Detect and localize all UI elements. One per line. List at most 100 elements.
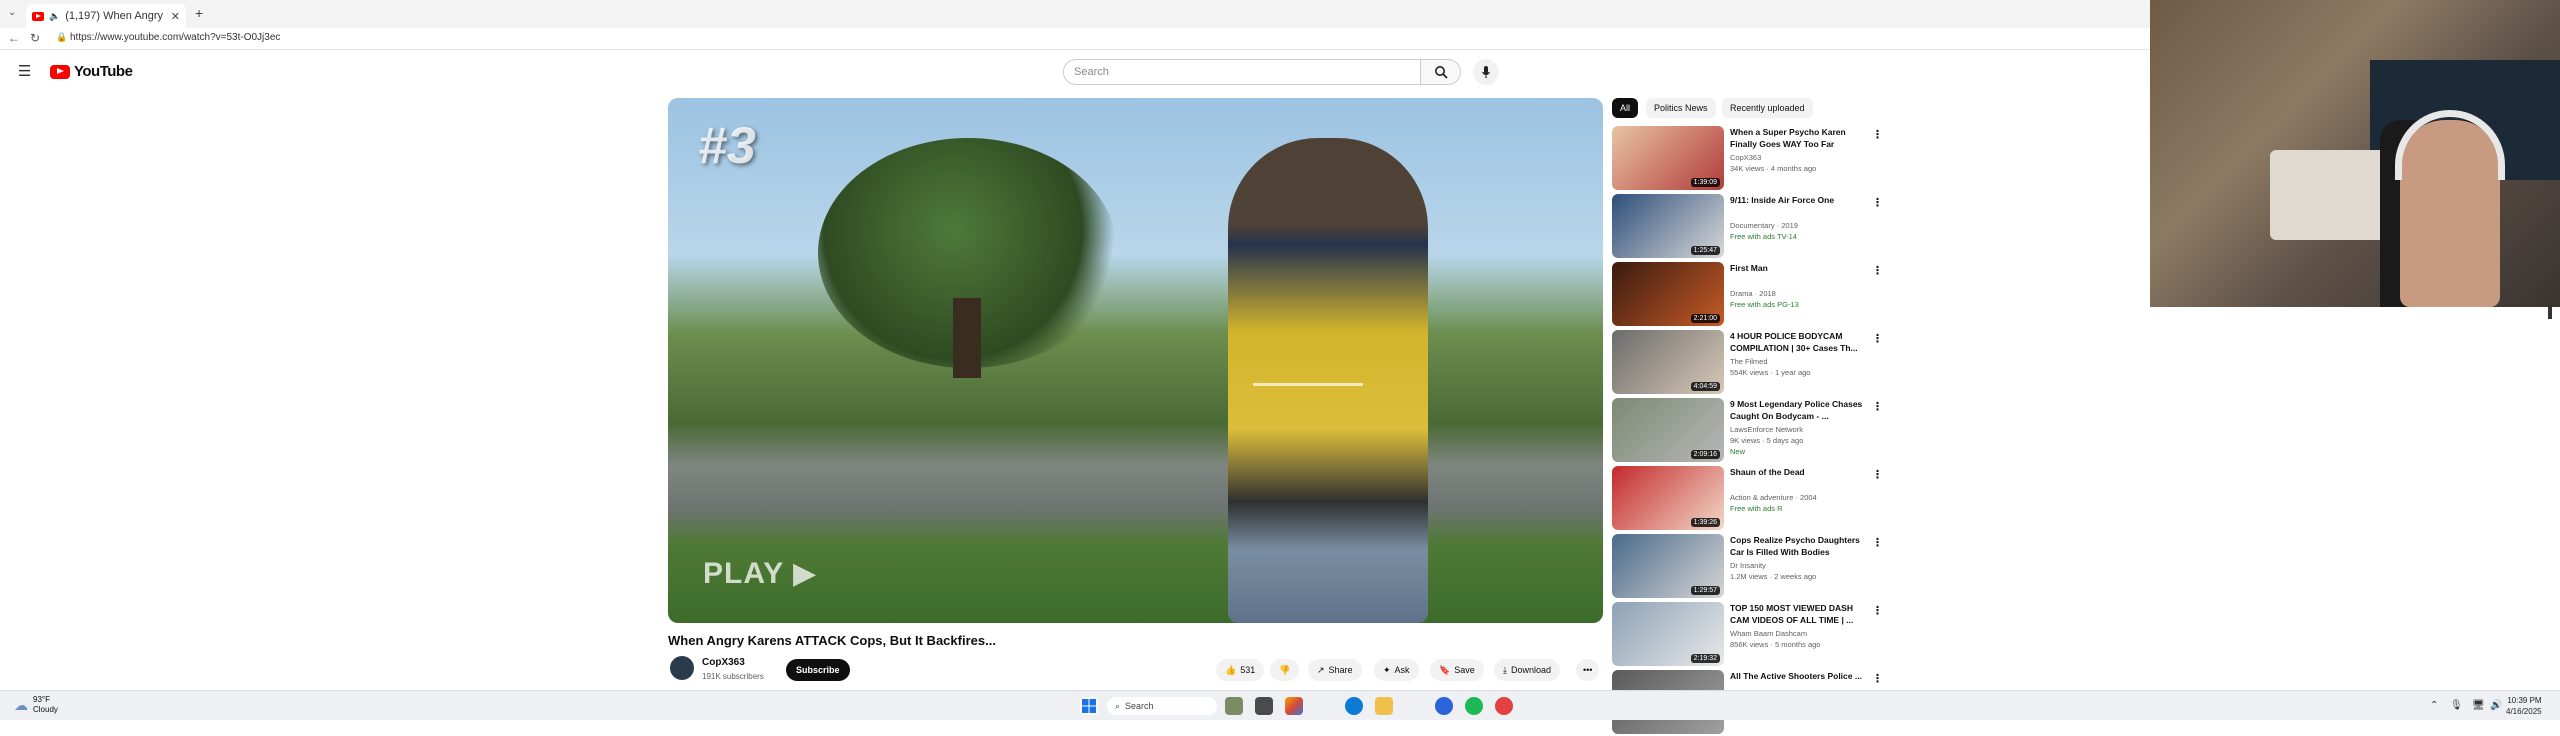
page-scrollbar[interactable] xyxy=(2548,305,2552,319)
taskbar-app-chrome-icon[interactable] xyxy=(1435,697,1453,715)
lock-icon: 🔒 xyxy=(56,32,68,42)
share-button[interactable]: ↗ Share xyxy=(1308,659,1362,681)
recommendation-item[interactable]: 1:39:09 When a Super Psycho Karen Finally… xyxy=(1612,126,1888,192)
recommendation-meta: 1.2M views · 2 weeks ago xyxy=(1730,572,1817,581)
taskbar-clock[interactable]: 10:39 PM 4/16/2025 xyxy=(2506,695,2542,717)
search-placeholder: Search xyxy=(1074,66,1109,78)
channel-name[interactable]: CopX363 xyxy=(702,657,745,668)
recommendation-title[interactable]: 4 HOUR POLICE BODYCAM COMPILATION | 30+ … xyxy=(1730,330,1870,354)
search-button[interactable] xyxy=(1421,59,1461,85)
url-field[interactable]: https://www.youtube.com/watch?v=53t-O0Jj… xyxy=(70,32,280,43)
weather-condition: Cloudy xyxy=(33,705,58,714)
recommendation-item[interactable]: 1:25:47 9/11: Inside Air Force One Documen… xyxy=(1612,194,1888,260)
recommendation-item[interactable]: 2:09:16 9 Most Legendary Police Chases Ca… xyxy=(1612,398,1888,464)
recommendation-menu-icon[interactable]: ⋮ xyxy=(1872,604,1883,617)
recommendation-item[interactable]: 1:29:57 Cops Realize Psycho Daughters Car… xyxy=(1612,534,1888,600)
taskbar-app-copilot-icon[interactable] xyxy=(1285,697,1303,715)
recommendation-thumbnail[interactable]: 1:25:47 xyxy=(1612,194,1724,258)
refresh-icon[interactable]: ↻ xyxy=(30,31,40,45)
tray-volume-icon[interactable]: 🔊 xyxy=(2490,700,2502,711)
weather-widget[interactable]: ☁ 93°F Cloudy xyxy=(14,695,58,715)
start-button[interactable] xyxy=(1080,697,1098,715)
chip-all[interactable]: All xyxy=(1612,98,1639,118)
recommendation-channel[interactable]: CopX363 xyxy=(1730,152,1761,163)
save-button[interactable]: 🔖 Save xyxy=(1430,659,1484,681)
recommendation-title[interactable]: TOP 150 MOST VIEWED DASH CAM VIDEOS OF A… xyxy=(1730,602,1870,626)
recommendation-channel[interactable]: Documentary · 2019 xyxy=(1730,220,1798,231)
recommendation-item[interactable]: 4:04:59 4 HOUR POLICE BODYCAM COMPILATION… xyxy=(1612,330,1888,396)
chip-politics-news[interactable]: Politics News xyxy=(1646,98,1716,118)
youtube-logo[interactable]: YouTube xyxy=(50,63,133,80)
like-button[interactable]: 👍 531 xyxy=(1216,659,1265,681)
voice-search-button[interactable] xyxy=(1473,59,1499,85)
taskbar-app-explorer-icon[interactable] xyxy=(1375,697,1393,715)
taskbar-app-edge-icon[interactable] xyxy=(1345,697,1363,715)
video-overlay-rank: #3 xyxy=(698,117,756,175)
download-button[interactable]: ⤓ Download xyxy=(1494,659,1561,681)
menu-hamburger-icon[interactable]: ☰ xyxy=(18,62,31,80)
recommendation-thumbnail[interactable]: 1:39:09 xyxy=(1612,126,1724,190)
recommendation-channel[interactable]: Dr Insanity xyxy=(1730,560,1766,571)
recommendation-menu-icon[interactable]: ⋮ xyxy=(1872,536,1883,549)
tab-close-icon[interactable]: ✕ xyxy=(171,10,180,23)
recommendation-title[interactable]: All The Active Shooters Police ... xyxy=(1730,670,1870,682)
more-actions-button[interactable]: ••• xyxy=(1576,659,1600,681)
dislike-button[interactable]: 👎 xyxy=(1270,659,1300,681)
chip-recently-uploaded[interactable]: Recently uploaded xyxy=(1722,98,1813,118)
taskbar-search-label: Search xyxy=(1125,701,1154,711)
recommendation-thumbnail[interactable]: 2:21:00 xyxy=(1612,262,1724,326)
browser-tab-youtube[interactable]: 🔈 (1,197) When Angry Karens ATTACK Cops,… xyxy=(26,4,186,28)
taskbar-search[interactable]: ⌕ Search xyxy=(1107,697,1217,715)
recommendation-title[interactable]: 9 Most Legendary Police Chases Caught On… xyxy=(1730,398,1870,422)
subscribe-button[interactable]: Subscribe xyxy=(786,659,850,681)
recommendation-menu-icon[interactable]: ⋮ xyxy=(1872,672,1883,685)
taskbar-app-widgets-icon[interactable] xyxy=(1225,697,1243,715)
recommendation-thumbnail[interactable]: 2:09:16 xyxy=(1612,398,1724,462)
recommendation-menu-icon[interactable]: ⋮ xyxy=(1872,196,1883,209)
recommendation-channel[interactable]: Wham Baam Dashcam xyxy=(1730,628,1807,639)
recommendation-item[interactable]: 2:19:32 TOP 150 MOST VIEWED DASH CAM VIDE… xyxy=(1612,602,1888,668)
recommendation-channel[interactable]: Drama · 2018 xyxy=(1730,288,1776,299)
share-arrow-icon: ↗ xyxy=(1317,664,1325,675)
tray-mic-icon[interactable]: 🎙 xyxy=(2450,700,2463,711)
like-count: 531 xyxy=(1240,665,1256,675)
recommendation-duration: 2:19:32 xyxy=(1690,654,1720,663)
recommendation-item[interactable]: 2:21:00 First Man Drama · 2018 Free with ad… xyxy=(1612,262,1888,328)
recommendation-title[interactable]: Cops Realize Psycho Daughters Car Is Fil… xyxy=(1730,534,1870,558)
recommendation-thumbnail[interactable]: 1:29:57 xyxy=(1612,534,1724,598)
ask-button[interactable]: ✦ Ask xyxy=(1374,659,1419,681)
video-player[interactable]: #3 PLAY ▶ xyxy=(668,98,1603,623)
recommendation-channel[interactable]: The Filmed xyxy=(1730,356,1768,367)
recommendation-menu-icon[interactable]: ⋮ xyxy=(1872,468,1883,481)
new-tab-button[interactable]: + xyxy=(195,5,203,21)
taskbar-app-task-view-icon[interactable] xyxy=(1255,697,1273,715)
video-scrubber[interactable] xyxy=(1253,383,1363,386)
taskbar-app-recorder-icon[interactable] xyxy=(1495,697,1513,715)
bookmark-icon: 🔖 xyxy=(1439,664,1451,675)
thumbs-up-icon: 👍 xyxy=(1225,664,1237,675)
recommendation-title[interactable]: When a Super Psycho Karen Finally Goes W… xyxy=(1730,126,1870,150)
recommendation-duration: 1:39:09 xyxy=(1690,178,1720,187)
recommendation-thumbnail[interactable]: 1:39:26 xyxy=(1612,466,1724,530)
recommendation-title[interactable]: 9/11: Inside Air Force One xyxy=(1730,194,1870,206)
search-input[interactable]: Search xyxy=(1063,59,1421,85)
tab-audio-icon[interactable]: 🔈 xyxy=(49,11,60,22)
recommendation-menu-icon[interactable]: ⋮ xyxy=(1872,264,1883,277)
recommendation-title[interactable]: First Man xyxy=(1730,262,1870,274)
recommendation-thumbnail[interactable]: 4:04:59 xyxy=(1612,330,1724,394)
tab-list-chevron-icon[interactable]: ⌄ xyxy=(8,7,16,18)
tray-chevron-icon[interactable]: ⌃ xyxy=(2430,700,2438,711)
recommendation-channel[interactable]: LawsEnforce Network xyxy=(1730,424,1803,435)
recommendation-title[interactable]: Shaun of the Dead xyxy=(1730,466,1870,478)
webcam-overlay xyxy=(2150,0,2560,307)
channel-avatar[interactable] xyxy=(670,656,694,680)
recommendation-menu-icon[interactable]: ⋮ xyxy=(1872,400,1883,413)
recommendation-channel[interactable]: Action & adventure · 2004 xyxy=(1730,492,1817,503)
recommendation-menu-icon[interactable]: ⋮ xyxy=(1872,332,1883,345)
recommendation-thumbnail[interactable]: 2:19:32 xyxy=(1612,602,1724,666)
recommendation-item[interactable]: 1:39:26 Shaun of the Dead Action & adventu… xyxy=(1612,466,1888,532)
taskbar-app-spotify-icon[interactable] xyxy=(1465,697,1483,715)
recommendation-menu-icon[interactable]: ⋮ xyxy=(1872,128,1883,141)
back-arrow-icon[interactable]: ← xyxy=(8,31,20,45)
tray-network-icon[interactable]: 🖥 xyxy=(2472,700,2485,711)
